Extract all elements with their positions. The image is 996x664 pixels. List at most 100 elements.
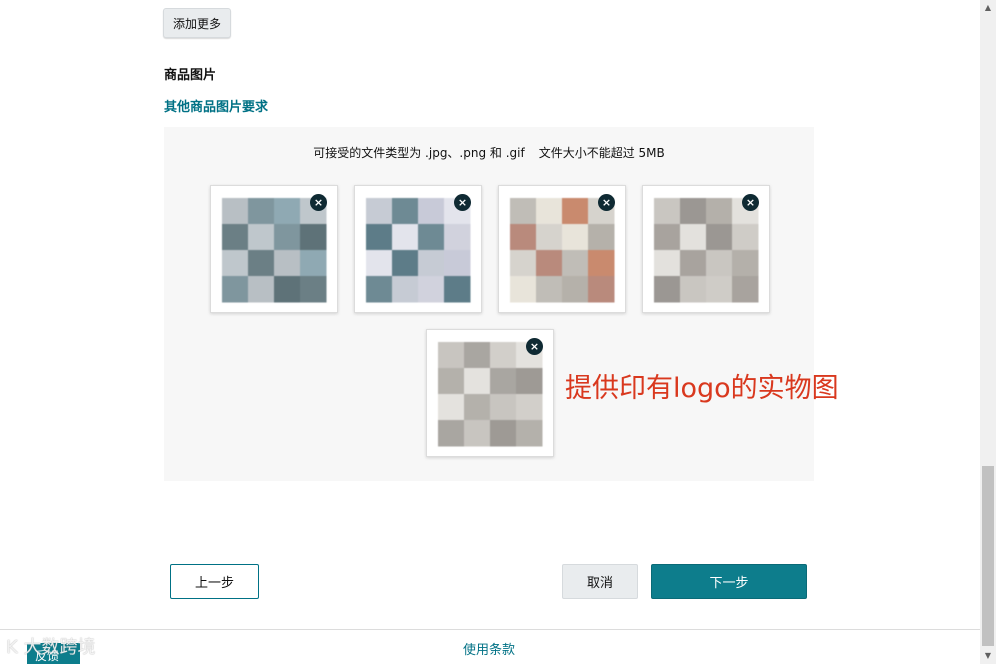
mosaic-tile	[732, 224, 759, 251]
mosaic-tile	[444, 250, 471, 277]
mosaic-tile	[536, 224, 563, 251]
mosaic-tile	[562, 250, 589, 277]
mosaic-tile	[222, 250, 249, 277]
image-thumbnail[interactable]: ×	[354, 185, 482, 313]
remove-image-icon[interactable]: ×	[310, 194, 327, 211]
mosaic-tile	[418, 276, 445, 303]
mosaic-tile	[418, 224, 445, 251]
product-image-4	[654, 198, 759, 303]
image-thumbnail[interactable]: ×	[498, 185, 626, 313]
mosaic-tile	[706, 276, 733, 303]
mosaic-tile	[392, 224, 419, 251]
mosaic-tile	[222, 224, 249, 251]
mosaic-tile	[588, 276, 615, 303]
mosaic-tile	[510, 250, 537, 277]
mosaic-tile	[248, 224, 275, 251]
mosaic-tile	[392, 250, 419, 277]
image-thumbnail[interactable]: ×	[426, 329, 554, 457]
footer-divider	[0, 629, 980, 630]
mosaic-tile	[536, 276, 563, 303]
mosaic-tile	[490, 342, 517, 369]
mosaic-tile	[490, 420, 517, 447]
mosaic-tile	[444, 224, 471, 251]
terms-of-use-link[interactable]: 使用条款	[463, 639, 515, 658]
upload-hint: 可接受的文件类型为 .jpg、.png 和 .gif 文件大小不能超过 5MB	[164, 144, 814, 161]
mosaic-tile	[464, 368, 491, 395]
mosaic-tile	[366, 224, 393, 251]
other-image-requirements-link[interactable]: 其他商品图片要求	[164, 96, 268, 115]
mosaic-tile	[392, 276, 419, 303]
scroll-up-arrow-icon[interactable]: ▲	[980, 0, 996, 16]
mosaic-tile	[516, 368, 543, 395]
mosaic-tile	[706, 250, 733, 277]
product-image-2	[366, 198, 471, 303]
mosaic-tile	[438, 420, 465, 447]
mosaic-tile	[274, 198, 301, 225]
scrollbar-thumb[interactable]	[982, 466, 994, 646]
mosaic-tile	[516, 420, 543, 447]
mosaic-tile	[680, 276, 707, 303]
mosaic-tile	[654, 224, 681, 251]
mosaic-tile	[300, 250, 327, 277]
mosaic-tile	[392, 198, 419, 225]
mosaic-tile	[464, 420, 491, 447]
cancel-button[interactable]: 取消	[562, 564, 638, 599]
mosaic-tile	[516, 394, 543, 421]
mosaic-tile	[706, 198, 733, 225]
mosaic-tile	[654, 250, 681, 277]
mosaic-tile	[222, 198, 249, 225]
remove-image-icon[interactable]: ×	[454, 194, 471, 211]
product-image-1	[222, 198, 327, 303]
mosaic-tile	[536, 250, 563, 277]
mosaic-tile	[248, 276, 275, 303]
add-more-button[interactable]: 添加更多	[163, 8, 231, 38]
mosaic-tile	[562, 224, 589, 251]
mosaic-tile	[366, 198, 393, 225]
mosaic-tile	[706, 224, 733, 251]
product-image-3	[510, 198, 615, 303]
scroll-down-arrow-icon[interactable]: ▼	[980, 648, 996, 664]
image-thumbnail[interactable]: ×	[642, 185, 770, 313]
remove-image-icon[interactable]: ×	[742, 194, 759, 211]
mosaic-tile	[536, 198, 563, 225]
mosaic-tile	[274, 224, 301, 251]
mosaic-tile	[274, 250, 301, 277]
mosaic-tile	[464, 342, 491, 369]
previous-step-button[interactable]: 上一步	[170, 564, 259, 599]
mosaic-tile	[248, 250, 275, 277]
remove-image-icon[interactable]: ×	[526, 338, 543, 355]
mosaic-tile	[274, 276, 301, 303]
mosaic-tile	[438, 394, 465, 421]
remove-image-icon[interactable]: ×	[598, 194, 615, 211]
mosaic-tile	[680, 198, 707, 225]
mosaic-tile	[444, 276, 471, 303]
mosaic-tile	[510, 276, 537, 303]
image-thumbnail[interactable]: ×	[210, 185, 338, 313]
mosaic-tile	[366, 250, 393, 277]
mosaic-tile	[680, 224, 707, 251]
mosaic-tile	[418, 198, 445, 225]
annotation-note: 提供印有logo的实物图	[565, 373, 839, 404]
mosaic-tile	[732, 276, 759, 303]
mosaic-tile	[588, 224, 615, 251]
mosaic-tile	[366, 276, 393, 303]
mosaic-tile	[654, 276, 681, 303]
mosaic-tile	[438, 368, 465, 395]
file-types-hint: 可接受的文件类型为 .jpg、.png 和 .gif	[313, 146, 525, 160]
mosaic-tile	[562, 198, 589, 225]
mosaic-tile	[490, 368, 517, 395]
next-step-button[interactable]: 下一步	[651, 564, 807, 599]
product-image-5	[438, 342, 543, 447]
mosaic-tile	[418, 250, 445, 277]
mosaic-tile	[490, 394, 517, 421]
mosaic-tile	[222, 276, 249, 303]
file-size-hint: 文件大小不能超过 5MB	[538, 146, 665, 160]
mosaic-tile	[680, 250, 707, 277]
mosaic-tile	[438, 342, 465, 369]
mosaic-tile	[588, 250, 615, 277]
image-upload-panel[interactable]: 可接受的文件类型为 .jpg、.png 和 .gif 文件大小不能超过 5MB ×…	[164, 127, 814, 481]
mosaic-tile	[300, 224, 327, 251]
mosaic-tile	[654, 198, 681, 225]
mosaic-tile	[300, 276, 327, 303]
mosaic-tile	[510, 198, 537, 225]
